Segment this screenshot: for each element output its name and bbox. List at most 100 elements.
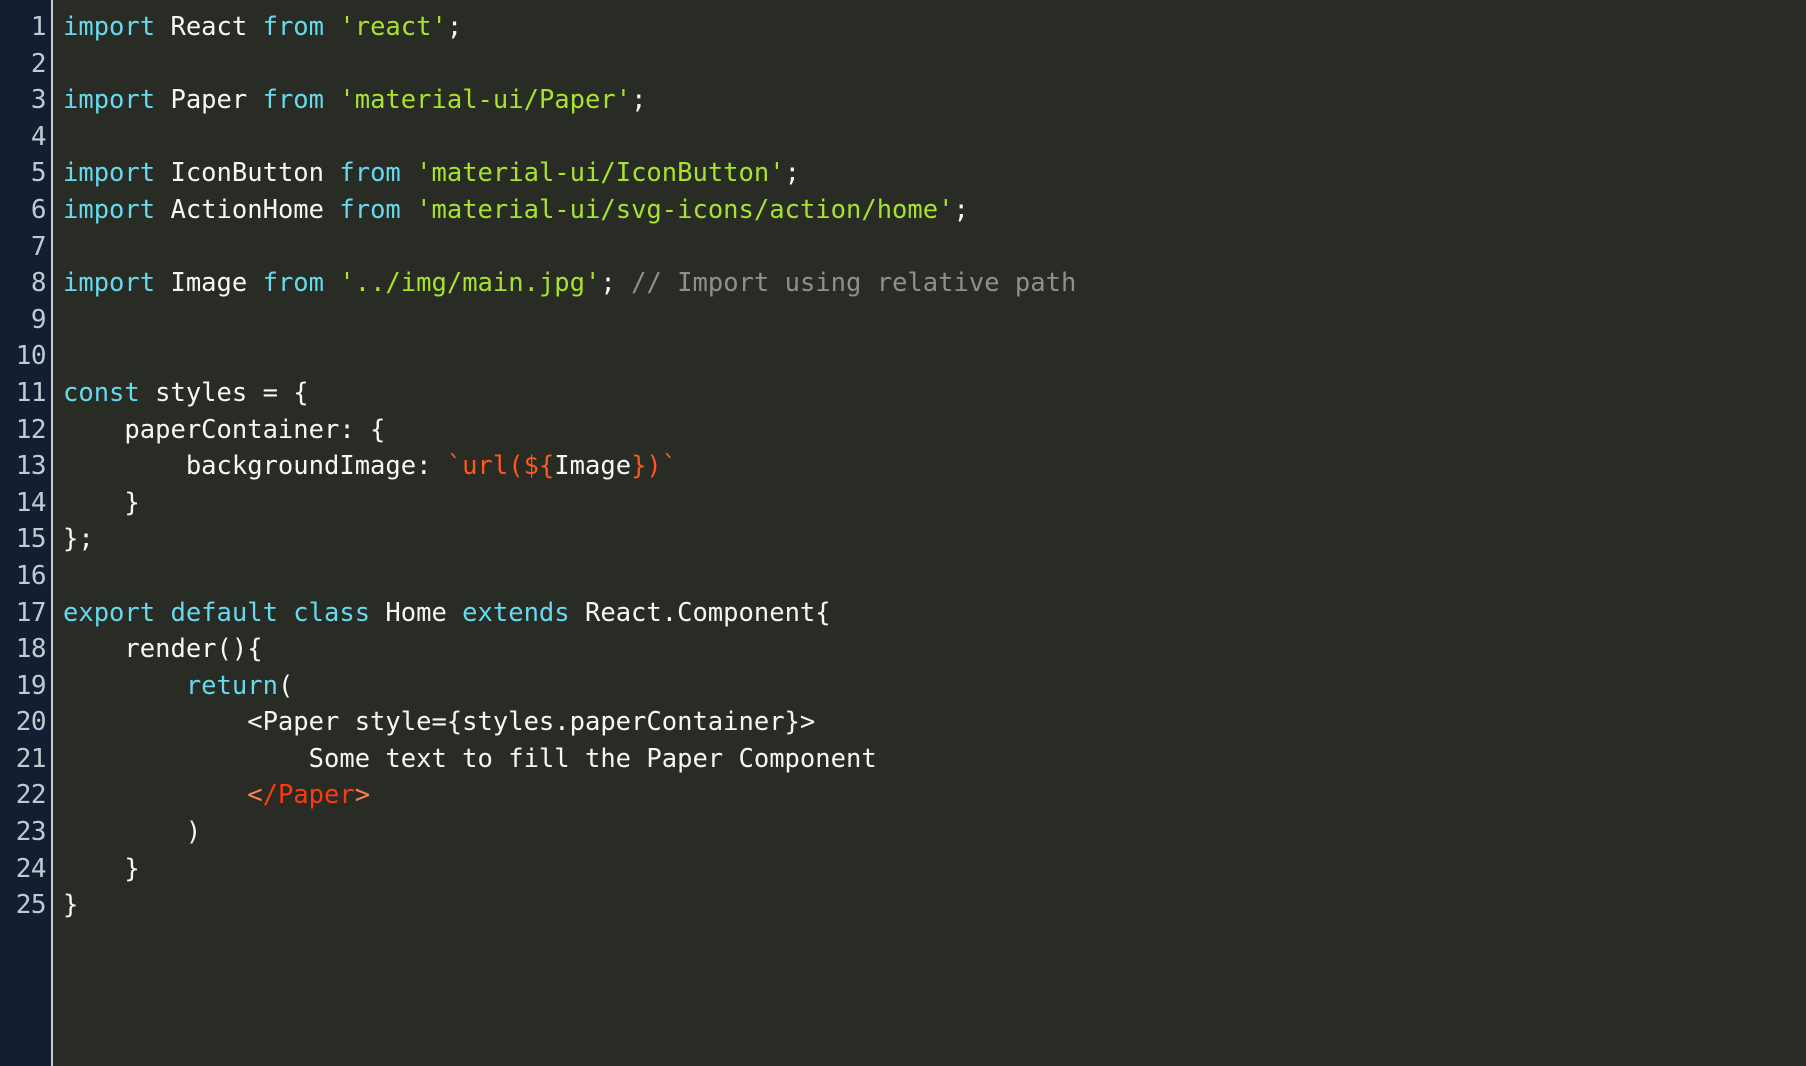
code-line[interactable] [63, 338, 1806, 375]
code-line[interactable] [63, 558, 1806, 595]
code-token-plain: backgroundImage: [63, 451, 447, 482]
code-token-string: 'react' [339, 12, 447, 42]
line-number: 24 [15, 853, 47, 884]
code-token-string: 'material-ui/IconButton' [416, 158, 785, 189]
line-number: 1 [30, 12, 47, 42]
code-token-keyword: import [63, 194, 156, 225]
code-token-keyword: extends [462, 597, 570, 628]
code-token-string: '../img/main.jpg' [339, 268, 601, 299]
code-token-jsx-tagname: /Paper [262, 780, 355, 811]
line-number: 8 [30, 268, 47, 299]
code-token-plain: ; [953, 194, 969, 225]
code-line[interactable]: }; [63, 521, 1806, 558]
code-token-plain: render(){ [63, 634, 263, 665]
code-token-keyword: from [339, 194, 401, 225]
line-number: 19 [15, 670, 47, 701]
code-line[interactable] [63, 229, 1806, 266]
line-number: 22 [15, 780, 47, 811]
line-number: 21 [15, 743, 47, 774]
code-line[interactable]: import IconButton from 'material-ui/Icon… [63, 155, 1806, 192]
line-number-gutter: 1 2 3 4 5 6 7 8 9 10 11 12 13 14 15 16 17 18 19 20 21 22 23 24 2… [0, 0, 53, 1066]
code-token-jsx-bracket: > [354, 780, 371, 811]
code-line[interactable]: render(){ [63, 631, 1806, 668]
code-token-comment: // Import using relative path [631, 268, 1077, 299]
code-line[interactable]: ) [63, 814, 1806, 851]
code-token-plain: }; [63, 524, 94, 555]
line-number: 3 [30, 85, 47, 116]
line-number: 9 [30, 304, 47, 335]
code-token-keyword: import [63, 12, 156, 42]
code-token-plain: ( [277, 670, 294, 701]
code-token-plain: Image [155, 268, 263, 299]
code-token-plain: } [63, 853, 140, 884]
code-line[interactable]: export default class Home extends React.… [63, 595, 1806, 632]
code-content-area[interactable]: import React from 'react'; import Paper … [53, 0, 1806, 1066]
code-line[interactable]: import Paper from 'material-ui/Paper'; [63, 82, 1806, 119]
code-token-keyword: const [63, 377, 140, 408]
code-line[interactable]: const styles = { [63, 375, 1806, 412]
code-token-string: 'material-ui/svg-icons/action/home' [416, 194, 954, 225]
line-number: 16 [15, 560, 47, 591]
code-line[interactable]: paperContainer: { [63, 412, 1806, 449]
code-token-plain: ; [446, 12, 463, 42]
code-line[interactable]: return( [63, 668, 1806, 705]
code-line[interactable]: Some text to fill the Paper Component [63, 741, 1806, 778]
code-token-plain: } [63, 890, 79, 921]
code-line[interactable] [63, 119, 1806, 156]
code-token-string: 'material-ui/Paper' [339, 85, 632, 116]
code-line[interactable]: </Paper> [63, 777, 1806, 814]
line-number: 13 [15, 451, 47, 482]
code-token-template-literal: })` [631, 451, 678, 482]
code-token-keyword: import [63, 158, 156, 189]
code-line[interactable]: } [63, 485, 1806, 522]
code-token-keyword: from [262, 85, 325, 116]
code-token-template-literal: `url($ [446, 451, 539, 482]
code-token-plain: paperContainer: { [63, 414, 386, 445]
code-line[interactable]: import ActionHome from 'material-ui/svg-… [63, 192, 1806, 229]
code-line[interactable]: } [63, 851, 1806, 888]
code-token-plain: styles = { [139, 377, 309, 408]
code-token-plain: ; [600, 268, 632, 299]
line-number: 10 [15, 341, 47, 372]
code-token-plain: ) [63, 817, 202, 848]
code-line[interactable]: import React from 'react'; [63, 9, 1806, 46]
code-token-template-literal: { [538, 451, 555, 482]
code-line[interactable]: backgroundImage: `url(${Image})` [63, 448, 1806, 485]
code-line[interactable] [63, 302, 1806, 339]
code-token-keyword: import [63, 85, 156, 116]
code-token-plain: ; [631, 85, 647, 116]
code-token-plain: <Paper style={styles.paperContainer}> [63, 707, 816, 738]
code-line[interactable]: import Image from '../img/main.jpg'; // … [63, 265, 1806, 302]
line-number: 4 [30, 121, 47, 152]
code-editor[interactable]: 1 2 3 4 5 6 7 8 9 10 11 12 13 14 15 16 17 18 19 20 21 22 23 24 2… [0, 0, 1806, 1066]
code-token-plain: IconButton [155, 158, 340, 189]
code-line[interactable]: } [63, 887, 1806, 924]
line-number: 15 [15, 524, 47, 555]
code-token-plain: React.Component{ [569, 597, 831, 628]
line-number: 2 [30, 48, 47, 79]
code-token-plain: React [155, 12, 263, 42]
code-token-plain: Home [370, 597, 463, 628]
line-number: 7 [30, 231, 47, 262]
code-token-keyword: export default class [63, 597, 371, 628]
code-token-plain: Some text to fill the Paper Component [63, 743, 877, 774]
code-token-plain: ActionHome [155, 194, 340, 225]
code-token-keyword: return [185, 670, 278, 701]
line-number: 5 [30, 158, 47, 189]
line-number: 6 [30, 194, 47, 225]
code-token-plain: Paper [155, 85, 263, 116]
code-line[interactable] [63, 46, 1806, 83]
code-line[interactable]: <Paper style={styles.paperContainer}> [63, 704, 1806, 741]
line-number: 11 [15, 377, 47, 408]
code-token-keyword: from [262, 12, 325, 42]
line-number: 18 [15, 634, 47, 665]
line-number: 20 [15, 707, 47, 738]
code-token-keyword: from [339, 158, 401, 189]
code-token-keyword: from [262, 268, 325, 299]
